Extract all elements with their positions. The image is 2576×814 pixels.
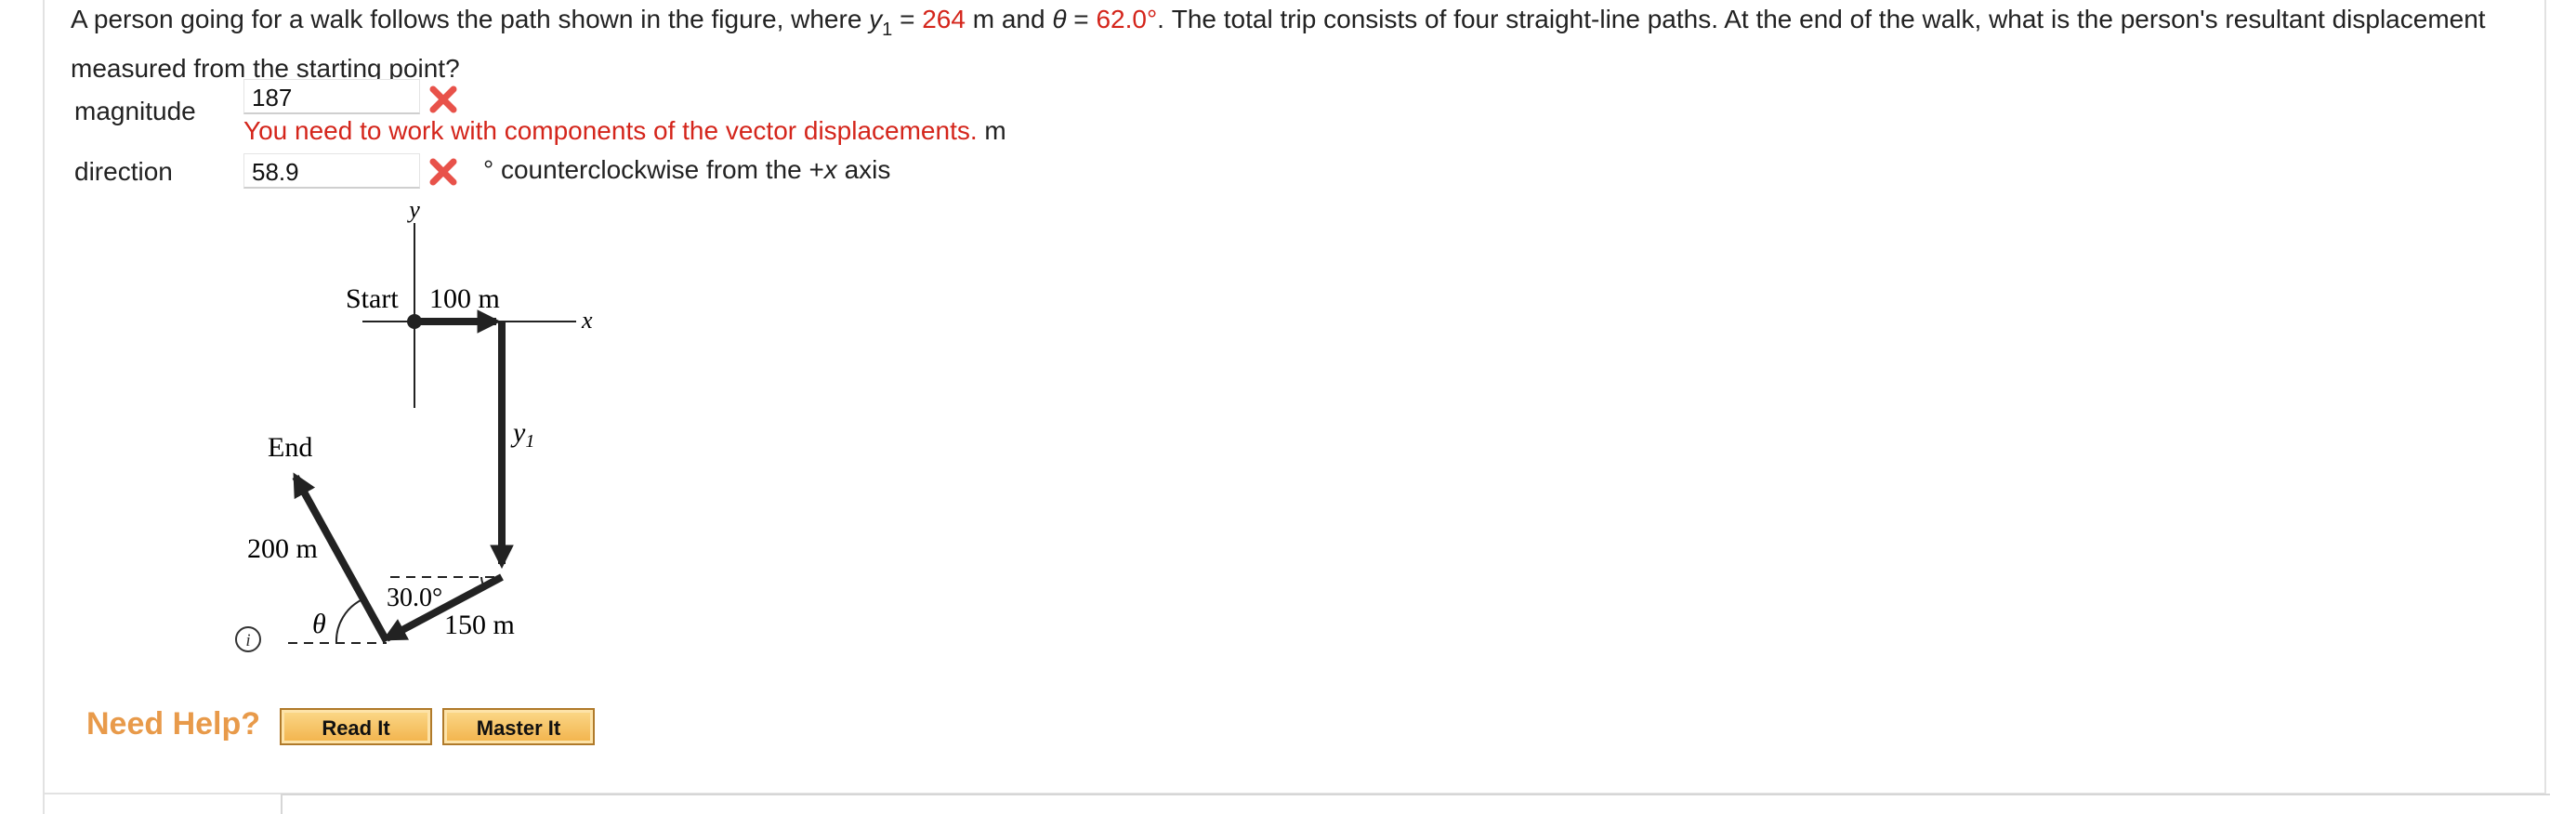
direction-unit: ° counterclockwise from the +x axis — [483, 155, 891, 184]
axis-y-label: y — [406, 196, 420, 223]
theta-label: θ — [312, 609, 326, 639]
left-border — [43, 0, 45, 814]
segment-1-label: 100 m — [429, 283, 500, 314]
axis-x-label: x — [581, 307, 593, 334]
theta-value: 62.0° — [1096, 5, 1158, 33]
page: A person going for a walk follows the pa… — [0, 0, 2576, 814]
magnitude-label: magnitude — [74, 97, 196, 125]
incorrect-icon — [429, 158, 457, 186]
segment-4-label: 200 m — [247, 533, 318, 564]
direction-label: direction — [74, 157, 173, 186]
direction-input[interactable]: 58.9 — [243, 153, 420, 189]
svg-text:i: i — [245, 631, 250, 650]
theta-arc — [335, 598, 363, 644]
y1-value: 264 — [922, 5, 966, 33]
segment-2-label: y1 — [510, 417, 534, 452]
segment-3-label: 150 m — [444, 610, 515, 640]
start-label: Start — [346, 283, 399, 314]
incorrect-icon — [429, 85, 457, 113]
read-it-button[interactable]: Read It — [280, 708, 432, 745]
magnitude-unit: m — [984, 116, 1006, 145]
end-label: End — [268, 432, 312, 463]
master-it-button[interactable]: Master It — [442, 708, 595, 745]
need-help-title: Need Help? — [86, 706, 261, 742]
right-border — [2544, 0, 2546, 794]
angle-1-label: 30.0° — [387, 584, 442, 612]
walk-path-figure: y x Start 100 m y1 30.0° 150 m θ 200 m E… — [247, 196, 593, 644]
magnitude-feedback: You need to work with components of the … — [243, 116, 1006, 145]
info-icon[interactable]: i — [233, 624, 263, 654]
question-text: A person going for a walk follows the pa… — [71, 5, 2486, 83]
next-question-box — [281, 794, 2550, 814]
magnitude-input[interactable]: 187 — [243, 79, 420, 114]
